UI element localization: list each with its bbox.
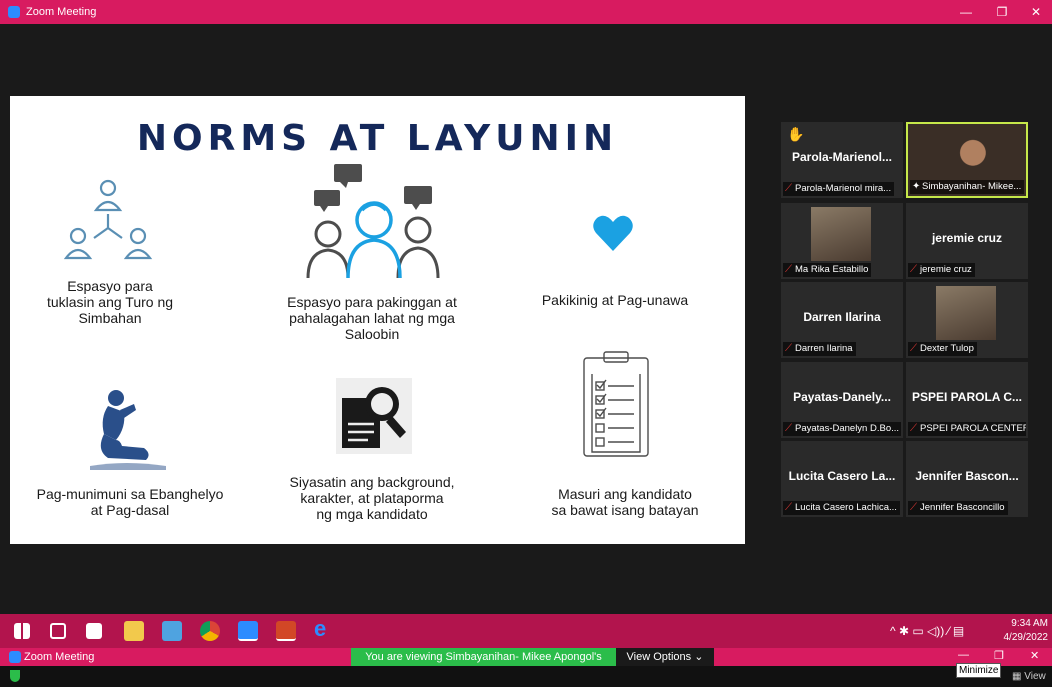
participant-label-text: Dexter Tulop: [920, 343, 974, 354]
participant-label: ⟋ Jennifer Basconcillo: [908, 501, 1008, 515]
zoom-share-toolbar: Zoom Meeting You are viewing Simbayaniha…: [0, 648, 1052, 681]
shared-screen-slide: NORMS AT LAYUNIN Espasyo para tuklasin a…: [10, 96, 745, 544]
praying-figure-icon: [90, 390, 166, 470]
zoom-toolbar-title: Zoom Meeting: [24, 651, 95, 663]
minimize-tooltip: Minimize: [956, 663, 1002, 678]
item-3-caption: Pakikinig at Pag-unawa: [541, 292, 689, 308]
document-search-icon: [336, 378, 412, 454]
viewing-screen-banner: You are viewing Simbayanihan- Mikee Apon…: [351, 648, 616, 681]
muted-mic-icon: ⟋: [785, 183, 792, 194]
participant-label-text: Darren Ilarina: [795, 343, 853, 354]
participant-label-text: PSPEI PAROLA CENTER: [920, 423, 1026, 434]
share-minimize-button[interactable]: —: [958, 649, 969, 661]
participant-label: ⟋ Dexter Tulop: [908, 342, 977, 356]
windows-start-icon[interactable]: [14, 623, 30, 639]
participant-label: ✦ Simbayanihan- Mikee...: [910, 180, 1025, 194]
participant-name: Payatas-Danely...: [793, 390, 891, 404]
participant-label: ⟋ jeremie cruz: [908, 263, 975, 277]
slide-title: NORMS AT LAYUNIN: [136, 118, 619, 159]
participant-label-text: Payatas-Danelyn D.Bo...: [795, 423, 900, 434]
windows-taskbar: e ^ ✱ ▭ ◁)) ⁄ ▤ 9:34 AM 4/29/2022: [0, 614, 1052, 648]
participant-label: ⟋ Ma Rika Estabillo: [783, 263, 872, 277]
view-button[interactable]: ▦ View: [1012, 671, 1046, 682]
clock-time: 9:34 AM: [1011, 618, 1048, 629]
window-title: Zoom Meeting: [26, 6, 97, 18]
pin-icon: ✦: [912, 181, 921, 192]
participant-tile[interactable]: ✦ Simbayanihan- Mikee...: [906, 122, 1028, 198]
clock[interactable]: 9:34 AM 4/29/2022: [992, 617, 1049, 645]
grid-view-icon: ▦: [1012, 671, 1025, 682]
participant-tile[interactable]: jeremie cruz ⟋ jeremie cruz: [906, 203, 1028, 279]
participant-tile[interactable]: Lucita Casero La... ⟋ Lucita Casero Lachic…: [781, 441, 903, 517]
window-titlebar: Zoom Meeting: [0, 0, 1052, 24]
restore-button[interactable]: ❐: [984, 0, 1020, 24]
participant-label-text: Jennifer Basconcillo: [920, 502, 1005, 513]
participant-label: ⟋ Parola-Marienol mira...: [783, 182, 895, 196]
zoom-app-icon: [8, 6, 20, 18]
photos-app-icon[interactable]: [162, 621, 182, 641]
edge-icon[interactable]: e: [314, 618, 334, 640]
heart-icon: [593, 215, 633, 251]
raised-hand-icon: ✋: [787, 126, 805, 142]
zoom-app-icon: [9, 651, 21, 663]
participant-tile[interactable]: Jennifer Bascon... ⟋ Jennifer Basconcillo: [906, 441, 1028, 517]
encryption-shield-icon[interactable]: [10, 670, 20, 682]
participant-name: Lucita Casero La...: [788, 469, 896, 483]
store-app-icon[interactable]: [86, 623, 102, 639]
item-5-caption: Siyasatin ang background, karakter, at p…: [289, 474, 455, 522]
chrome-icon[interactable]: [200, 621, 220, 641]
participant-video: [936, 286, 996, 340]
participant-label: ⟋ Darren Ilarina: [783, 342, 856, 356]
participant-tile[interactable]: Payatas-Danely... ⟋ Payatas-Danelyn D.Bo..…: [781, 362, 903, 438]
people-network-icon: [63, 179, 153, 260]
participant-tile[interactable]: ⟋ Dexter Tulop: [906, 282, 1028, 358]
participant-name: Parola-Marienol...: [791, 150, 893, 164]
muted-mic-icon: ⟋: [910, 343, 917, 354]
participant-tile[interactable]: Darren Ilarina ⟋ Darren Ilarina: [781, 282, 903, 358]
participant-label-text: Parola-Marienol mira...: [795, 183, 892, 194]
item-4-caption: Pag-munimuni sa Ebanghelyo at Pag-dasal: [36, 486, 224, 518]
muted-mic-icon: ⟋: [910, 423, 917, 434]
group-speech-icon: [306, 164, 440, 279]
system-tray[interactable]: ^ ✱ ▭ ◁)) ⁄ ▤: [890, 624, 964, 638]
share-close-button[interactable]: ✕: [1030, 649, 1039, 662]
participant-tile[interactable]: PSPEI PAROLA C... ⟋ PSPEI PAROLA CENTER: [906, 362, 1028, 438]
zoom-taskbar-icon[interactable]: [238, 621, 258, 641]
participant-name: jeremie cruz: [931, 231, 1003, 245]
view-options-button[interactable]: View Options ⌄: [616, 648, 714, 666]
participant-name: Darren Ilarina: [803, 310, 881, 324]
participant-label: ⟋ Payatas-Danelyn D.Bo...: [783, 422, 901, 436]
muted-mic-icon: ⟋: [910, 264, 917, 275]
participant-tile[interactable]: ✋ Parola-Marienol... ⟋ Parola-Marienol mira…: [781, 122, 903, 198]
powerpoint-icon[interactable]: [276, 621, 296, 641]
close-button[interactable]: ✕: [1018, 0, 1052, 24]
minimize-button[interactable]: —: [948, 0, 984, 24]
clock-date: 4/29/2022: [1003, 632, 1049, 643]
participant-name: PSPEI PAROLA C...: [911, 390, 1022, 404]
item-6-caption: Masuri ang kandidato sa bawat isang bata…: [551, 486, 699, 518]
share-restore-button[interactable]: ❐: [994, 649, 1004, 662]
clipboard-checklist-icon: [583, 351, 649, 457]
task-view-icon[interactable]: [50, 623, 66, 639]
participant-tile[interactable]: ⟋ Ma Rika Estabillo: [781, 203, 903, 279]
file-explorer-icon[interactable]: [124, 621, 144, 641]
muted-mic-icon: ⟋: [785, 343, 792, 354]
participant-label-text: Simbayanihan- Mikee...: [922, 181, 1022, 192]
view-label: View: [1024, 671, 1046, 682]
muted-mic-icon: ⟋: [910, 502, 917, 513]
participant-label: ⟋ Lucita Casero Lachica...: [783, 501, 900, 515]
muted-mic-icon: ⟋: [785, 502, 792, 513]
muted-mic-icon: ⟋: [785, 423, 792, 434]
participant-label-text: Lucita Casero Lachica...: [795, 502, 897, 513]
item-2-caption: Espasyo para pakinggan at pahalagahan la…: [287, 294, 457, 342]
participant-video: [811, 207, 871, 261]
participant-name: Jennifer Bascon...: [915, 469, 1019, 483]
muted-mic-icon: ⟋: [785, 264, 792, 275]
item-1-caption: Espasyo para tuklasin ang Turo ng Simbah…: [46, 278, 174, 326]
participant-label: ⟋ PSPEI PAROLA CENTER: [908, 422, 1026, 436]
participant-label-text: jeremie cruz: [920, 264, 972, 275]
participant-label-text: Ma Rika Estabillo: [795, 264, 869, 275]
meeting-controls-strip: Minimize ▦ View: [0, 663, 1052, 687]
